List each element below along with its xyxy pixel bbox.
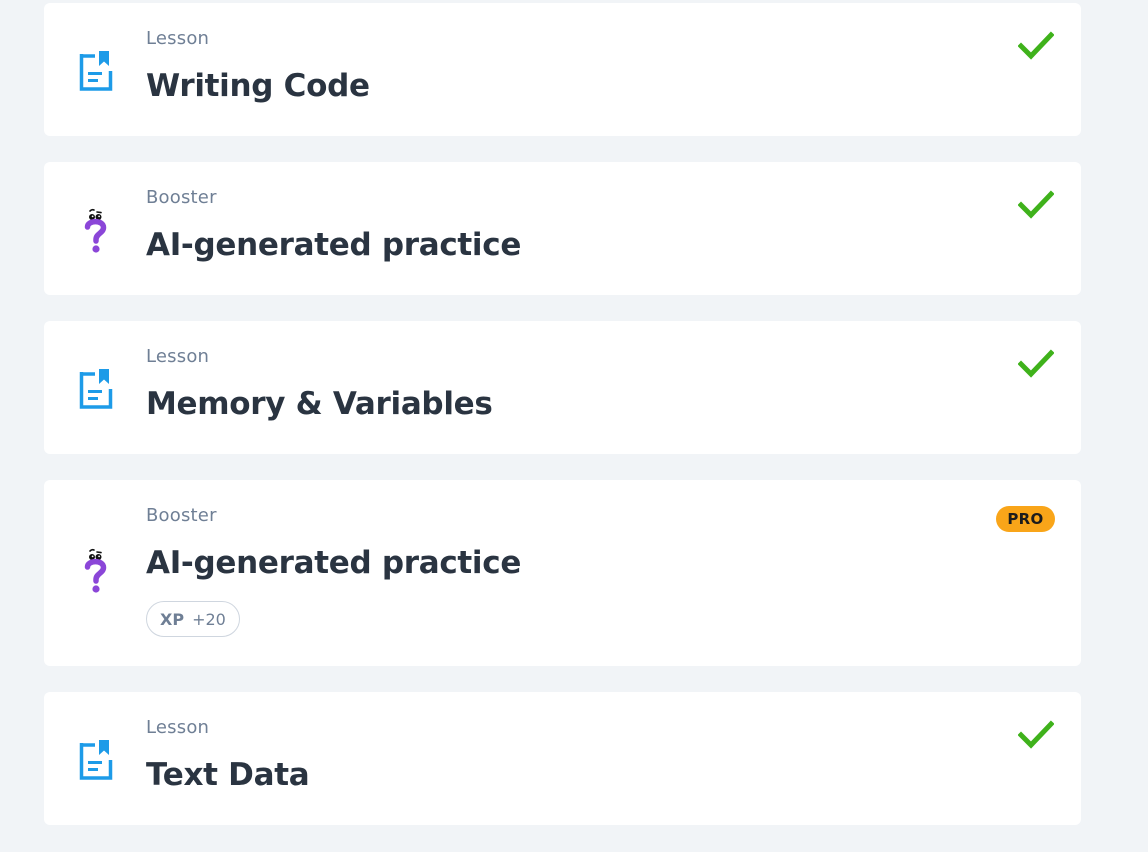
xp-label: XP — [160, 609, 185, 629]
booster-question-mark-icon — [78, 208, 114, 253]
card-title: Writing Code — [146, 68, 370, 104]
checkmark-icon — [1017, 190, 1055, 220]
card-type-label: Lesson — [146, 28, 210, 49]
lesson-card-memory-variables[interactable]: Lesson Memory & Variables — [44, 321, 1081, 454]
card-type-label: Booster — [146, 187, 217, 208]
lesson-card-writing-code[interactable]: Lesson Writing Code — [44, 3, 1081, 136]
card-type-label: Lesson — [146, 717, 210, 738]
checkmark-icon — [1017, 349, 1055, 379]
card-type-label: Booster — [146, 505, 217, 526]
checkmark-icon — [1017, 31, 1055, 61]
lesson-document-icon — [78, 738, 114, 782]
xp-reward-pill: XP +20 — [146, 601, 240, 637]
booster-question-mark-icon — [78, 548, 114, 593]
lesson-list: Lesson Writing Code Booster AI-generated… — [44, 3, 1081, 851]
card-type-label: Lesson — [146, 346, 210, 367]
pro-badge: PRO — [996, 506, 1055, 532]
lesson-document-icon — [78, 49, 114, 93]
lesson-document-icon — [78, 367, 114, 411]
lesson-card-text-data[interactable]: Lesson Text Data — [44, 692, 1081, 825]
card-title: Memory & Variables — [146, 386, 493, 422]
card-title: Text Data — [146, 757, 310, 793]
booster-card-ai-practice-pro[interactable]: Booster AI-generated practice PRO XP +20 — [44, 480, 1081, 666]
checkmark-icon — [1017, 720, 1055, 750]
card-title: AI-generated practice — [146, 227, 522, 263]
card-title: AI-generated practice — [146, 545, 522, 581]
xp-value: +20 — [192, 609, 226, 629]
booster-card-ai-practice[interactable]: Booster AI-generated practice — [44, 162, 1081, 295]
